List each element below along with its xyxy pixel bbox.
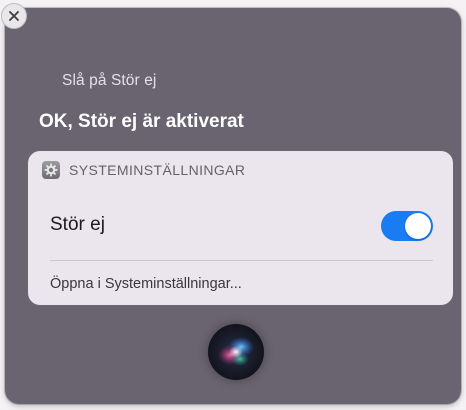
setting-label: Stör ej (50, 214, 105, 235)
siri-response-text: OK, Stör ej är aktiverat (39, 111, 244, 132)
card-app-name: SYSTEMINSTÄLLNINGAR (69, 162, 246, 178)
toggle-knob (405, 213, 431, 239)
divider (50, 260, 433, 261)
open-in-settings-link[interactable]: Öppna i Systeminställningar... (50, 276, 242, 292)
card-header: SYSTEMINSTÄLLNINGAR (42, 161, 245, 179)
do-not-disturb-toggle[interactable] (381, 211, 433, 241)
siri-orb-icon[interactable] (208, 324, 264, 380)
siri-window: Slå på Stör ej OK, Stör ej är aktiverat (5, 8, 461, 404)
x-icon (9, 11, 19, 21)
siri-request-text: Slå på Stör ej (62, 72, 157, 89)
do-not-disturb-row: Stör ej (50, 211, 433, 241)
settings-card: SYSTEMINSTÄLLNINGAR Stör ej Öppna i Syst… (28, 151, 453, 305)
gear-icon (42, 161, 60, 179)
close-button[interactable] (1, 3, 27, 29)
